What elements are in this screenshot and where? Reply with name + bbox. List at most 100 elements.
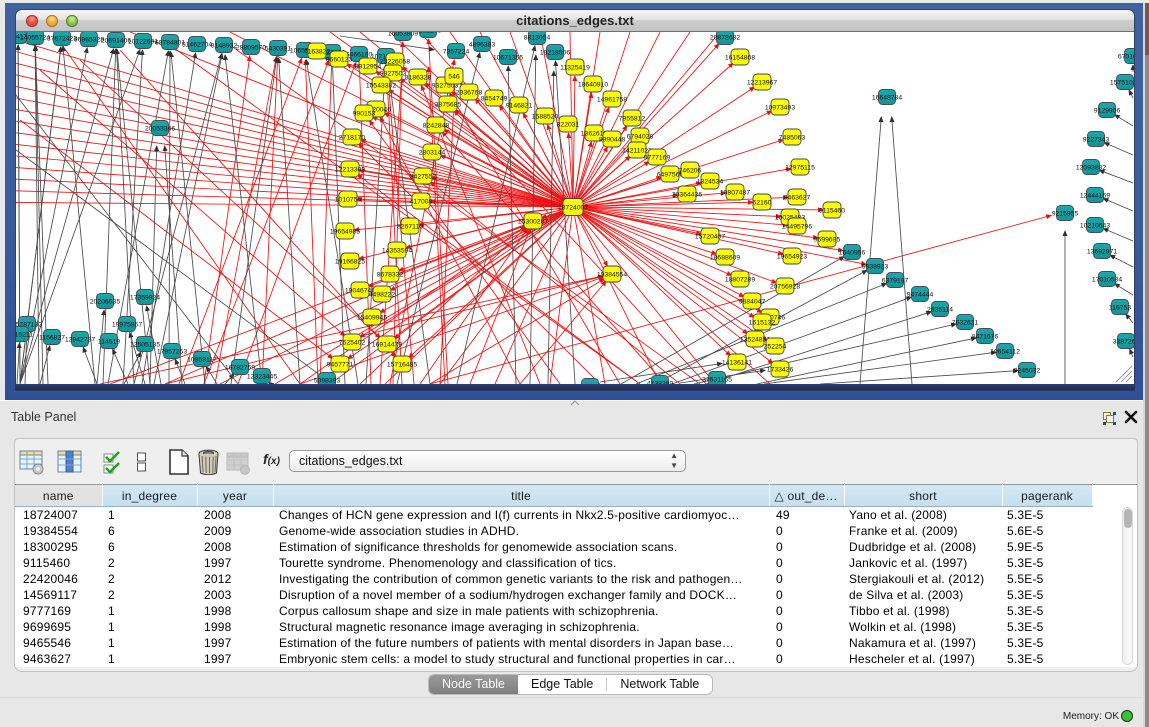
svg-text:8427552: 8427552 xyxy=(410,173,437,180)
svg-text:19384554: 19384554 xyxy=(597,271,627,278)
svg-text:69784801: 69784801 xyxy=(155,39,185,46)
svg-text:252254: 252254 xyxy=(764,343,787,350)
svg-text:20053346: 20053346 xyxy=(145,125,175,132)
svg-text:1588520: 1588520 xyxy=(532,113,559,120)
svg-text:12213309: 12213309 xyxy=(335,166,365,173)
svg-text:15720407: 15720407 xyxy=(695,233,725,240)
svg-text:8186328: 8186328 xyxy=(405,74,432,81)
svg-text:546: 546 xyxy=(448,73,460,80)
svg-text:9884047: 9884047 xyxy=(739,298,766,305)
svg-text:114519: 114519 xyxy=(98,338,120,345)
svg-text:19654985: 19654985 xyxy=(330,228,360,235)
svg-text:9227343: 9227343 xyxy=(1083,136,1110,143)
svg-text:9457771: 9457771 xyxy=(327,361,354,368)
svg-text:18640910: 18640910 xyxy=(578,81,608,88)
svg-text:20364436: 20364436 xyxy=(672,191,702,198)
svg-text:8454749: 8454749 xyxy=(481,95,508,102)
svg-text:7955812: 7955812 xyxy=(619,115,646,122)
svg-text:990153: 990153 xyxy=(353,110,376,117)
svg-text:20691406: 20691406 xyxy=(101,37,131,44)
svg-text:9463627: 9463627 xyxy=(784,194,811,201)
svg-text:822031: 822031 xyxy=(557,121,580,128)
svg-text:8267110: 8267110 xyxy=(397,223,423,230)
svg-text:6379197: 6379197 xyxy=(882,277,909,284)
svg-text:3387262: 3387262 xyxy=(1113,338,1134,345)
svg-text:51462704: 51462704 xyxy=(182,41,212,48)
svg-text:1824534: 1824534 xyxy=(697,178,724,185)
svg-text:417008: 417008 xyxy=(410,198,433,205)
svg-text:5430391: 5430391 xyxy=(265,45,292,52)
svg-text:7357224: 7357224 xyxy=(443,48,470,55)
svg-text:10122691: 10122691 xyxy=(128,38,158,45)
svg-text:37631165: 37631165 xyxy=(702,376,732,383)
svg-text:19975857: 19975857 xyxy=(112,321,142,328)
svg-text:8471676: 8471676 xyxy=(972,333,999,340)
svg-text:4498222: 4498222 xyxy=(369,291,396,298)
svg-text:67010651: 67010651 xyxy=(1118,53,1134,60)
svg-text:28809570: 28809570 xyxy=(236,44,266,51)
svg-text:116753: 116753 xyxy=(1109,304,1131,311)
svg-text:9699695: 9699695 xyxy=(814,236,841,243)
svg-text:15409945: 15409945 xyxy=(357,314,387,321)
svg-text:15300287: 15300287 xyxy=(518,218,548,225)
svg-text:20756928: 20756928 xyxy=(770,283,800,290)
svg-text:12975115: 12975115 xyxy=(785,164,815,171)
svg-text:14055724: 14055724 xyxy=(20,34,50,41)
svg-text:1615132: 1615132 xyxy=(749,319,776,326)
svg-text:1640956: 1640956 xyxy=(839,249,866,256)
svg-text:62160: 62160 xyxy=(753,199,772,206)
svg-text:23226058: 23226058 xyxy=(380,58,410,65)
svg-text:9245032: 9245032 xyxy=(1014,367,1041,374)
svg-text:8242848: 8242848 xyxy=(423,122,450,129)
svg-text:4738299: 4738299 xyxy=(647,380,674,384)
svg-text:2935114: 2935114 xyxy=(927,306,953,313)
svg-text:20878682: 20878682 xyxy=(710,34,740,41)
svg-text:12213967: 12213967 xyxy=(747,79,777,86)
svg-text:3875685: 3875685 xyxy=(435,101,462,108)
svg-text:18807289: 18807289 xyxy=(725,276,755,283)
svg-text:1031051: 1031051 xyxy=(577,383,604,384)
svg-text:2936768: 2936768 xyxy=(456,89,483,96)
svg-text:7632621: 7632621 xyxy=(952,319,979,326)
svg-text:13692971: 13692971 xyxy=(1087,248,1117,255)
svg-text:9129906: 9129906 xyxy=(1094,107,1121,114)
svg-text:10973493: 10973493 xyxy=(765,104,795,111)
svg-text:96965328: 96965328 xyxy=(74,36,104,43)
svg-text:16914479: 16914479 xyxy=(372,341,402,348)
svg-text:19166825: 19166825 xyxy=(335,258,365,265)
svg-text:7485063: 7485063 xyxy=(779,134,806,141)
svg-text:10543382: 10543382 xyxy=(366,82,396,89)
svg-text:8148932: 8148932 xyxy=(211,42,238,49)
svg-text:14136141: 14136141 xyxy=(722,359,752,366)
svg-text:7182278: 7182278 xyxy=(415,32,442,34)
svg-text:8990448: 8990448 xyxy=(599,136,626,143)
svg-text:16782759: 16782759 xyxy=(225,364,255,371)
svg-text:9915211: 9915211 xyxy=(16,331,33,338)
svg-text:9115460: 9115460 xyxy=(819,207,845,214)
svg-text:14495796: 14495796 xyxy=(782,223,812,230)
svg-text:4896383: 4896383 xyxy=(469,41,496,48)
svg-text:14961758: 14961758 xyxy=(597,96,627,103)
svg-text:15716485: 15716485 xyxy=(387,361,417,368)
svg-text:12505135: 12505135 xyxy=(130,341,160,348)
svg-text:9827503: 9827503 xyxy=(380,70,407,77)
svg-text:12093832: 12093832 xyxy=(1076,164,1106,171)
svg-text:19218506: 19218506 xyxy=(540,49,570,56)
svg-text:9215955: 9215955 xyxy=(1052,210,1079,217)
svg-text:12444159: 12444159 xyxy=(1080,192,1110,199)
svg-text:1156827: 1156827 xyxy=(39,334,65,341)
svg-text:12942737: 12942737 xyxy=(65,336,95,343)
svg-text:9146821: 9146821 xyxy=(506,102,533,109)
svg-text:17010534: 17010534 xyxy=(1092,276,1122,283)
svg-text:7163822: 7163822 xyxy=(304,48,331,55)
svg-text:20206535: 20206535 xyxy=(90,298,120,305)
svg-text:16154808: 16154808 xyxy=(725,54,755,61)
svg-text:2803144: 2803144 xyxy=(419,149,446,156)
svg-text:15751024: 15751024 xyxy=(1110,79,1134,86)
svg-text:12323445: 12323445 xyxy=(247,373,277,380)
svg-text:18724007: 18724007 xyxy=(558,204,588,211)
svg-text:5938923: 5938923 xyxy=(862,263,889,270)
svg-text:1733426: 1733426 xyxy=(767,366,794,373)
svg-text:11325419: 11325419 xyxy=(560,64,590,71)
svg-text:8912954: 8912954 xyxy=(355,63,382,70)
